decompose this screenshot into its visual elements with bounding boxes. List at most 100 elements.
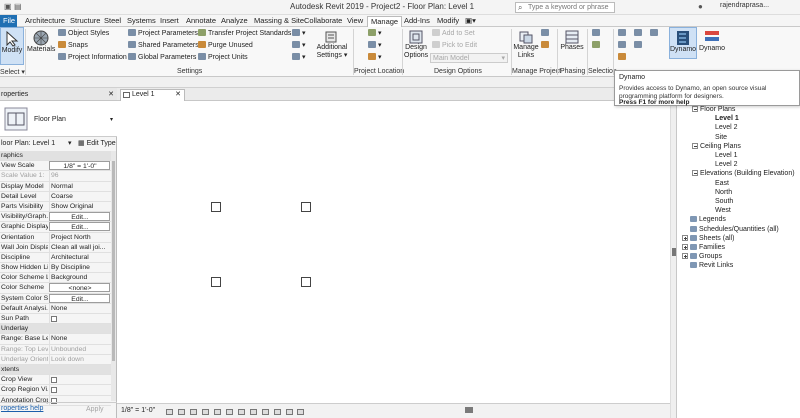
revit-logo-icon[interactable]: ▣ (4, 2, 12, 11)
properties-help-link[interactable]: roperties help (1, 403, 43, 415)
property-value[interactable]: Coarse (49, 191, 110, 201)
edit-type-button[interactable]: ▦ Edit Type (78, 138, 116, 149)
browser-item[interactable]: East (715, 179, 729, 188)
property-value[interactable]: Edit... (49, 222, 110, 232)
checkbox[interactable] (51, 377, 57, 384)
browser-item[interactable]: Schedules/Quantities (all) (682, 225, 779, 234)
macro-security-button[interactable] (634, 41, 644, 50)
elevation-marker[interactable] (211, 277, 221, 287)
properties-category[interactable]: xtents (0, 364, 111, 376)
property-value[interactable]: 1/8" = 1'-0" (49, 161, 110, 171)
structural-settings-button[interactable]: ▾ (292, 29, 306, 38)
tab-view[interactable]: View (344, 16, 366, 27)
property-value[interactable]: <none> (49, 283, 110, 293)
project-parameters-button[interactable]: Project Parameters (128, 29, 198, 38)
horizontal-scroll-marker[interactable] (465, 407, 473, 413)
browser-item[interactable]: Level 1 (715, 151, 738, 160)
warnings-button[interactable] (618, 53, 628, 62)
shadows-icon[interactable] (201, 409, 209, 415)
browser-item[interactable]: West (715, 206, 731, 215)
browser-item[interactable]: Floor Plans (692, 105, 735, 114)
property-value[interactable]: Clean all wall joi... (49, 242, 110, 252)
tab-insert[interactable]: Insert (157, 16, 182, 27)
property-value[interactable]: Project North (49, 232, 110, 242)
elevation-marker[interactable] (301, 202, 311, 212)
materials-button[interactable]: Materials (27, 27, 55, 65)
expand-icon[interactable] (682, 253, 688, 260)
add-to-set-button[interactable]: Add to Set (432, 29, 475, 38)
collapse-icon[interactable] (692, 170, 698, 177)
browser-item[interactable]: Ceiling Plans (692, 142, 741, 151)
decal-types-button[interactable] (541, 41, 551, 50)
location-button[interactable]: ▾ (368, 29, 382, 38)
reveal-hidden-icon[interactable] (261, 409, 269, 415)
project-units-button[interactable]: Project Units (198, 53, 248, 62)
property-checkbox[interactable] (49, 375, 110, 385)
collapse-icon[interactable] (692, 142, 698, 149)
browser-item[interactable]: Site (715, 133, 727, 142)
browser-item[interactable]: North (715, 188, 732, 197)
browser-item[interactable]: Level 1 (715, 114, 739, 123)
properties-category[interactable]: Underlay (0, 324, 111, 335)
tab-steel[interactable]: Steel (101, 16, 124, 27)
property-value[interactable]: None (49, 303, 110, 313)
detail-level-icon[interactable] (166, 409, 173, 415)
tab-systems[interactable]: Systems (124, 16, 159, 27)
purge-unused-button[interactable]: Purge Unused (198, 41, 253, 50)
property-value[interactable]: Edit... (49, 293, 110, 303)
drawing-canvas[interactable] (117, 101, 670, 403)
elevation-marker[interactable] (301, 277, 311, 287)
property-value[interactable]: By Discipline (49, 263, 110, 273)
analytical-model-icon[interactable] (273, 409, 281, 415)
close-icon[interactable]: ✕ (108, 88, 114, 101)
main-model-select[interactable]: Main Model ▾ (430, 53, 508, 63)
property-checkbox[interactable] (49, 314, 110, 324)
elevation-marker[interactable] (211, 202, 221, 212)
global-parameters-button[interactable]: Global Parameters (128, 53, 196, 62)
mep-settings-button[interactable]: ▾ (292, 41, 306, 50)
tab-analyze[interactable]: Analyze (218, 16, 251, 27)
lock-view-icon[interactable] (237, 409, 245, 415)
project-information-button[interactable]: Project Information (58, 53, 127, 62)
open-icon[interactable]: ▤ (14, 2, 22, 11)
properties-category[interactable]: raphics (0, 151, 111, 162)
temp-hide-icon[interactable] (249, 409, 257, 415)
tab-annotate[interactable]: Annotate (183, 16, 219, 27)
ribbon-toggle-icon[interactable]: ▣▾ (462, 16, 479, 27)
snaps-button[interactable]: Snaps (58, 41, 88, 50)
checkbox[interactable] (51, 316, 57, 322)
browser-item[interactable]: Level 2 (715, 160, 738, 169)
sun-path-icon[interactable] (189, 409, 197, 415)
panel-select-label[interactable]: Select ▾ (0, 68, 25, 76)
tab-file[interactable]: File (0, 15, 17, 27)
property-value[interactable]: Architectural (49, 252, 110, 263)
close-tab-icon[interactable]: ✕ (175, 90, 181, 100)
constraints-icon[interactable] (297, 409, 305, 415)
property-value[interactable]: Background (49, 273, 110, 283)
browser-item[interactable]: Families (682, 243, 725, 252)
user-name[interactable]: rajendraprasa... (720, 2, 769, 9)
view-scale[interactable]: 1/8" = 1'-0" (121, 405, 155, 417)
browser-item[interactable]: South (715, 197, 733, 206)
object-styles-button[interactable]: Object Styles (58, 29, 109, 38)
additional-settings-button[interactable]: Additional Settings ▾ (313, 27, 351, 65)
starting-view-button[interactable] (541, 29, 551, 38)
browser-item[interactable]: Elevations (Building Elevation) (692, 169, 795, 178)
phases-button[interactable]: Phases (559, 27, 585, 65)
show-crop-icon[interactable] (225, 409, 233, 415)
dynamo-player-button[interactable]: Dynamo (698, 27, 726, 59)
browser-item[interactable]: Revit Links (682, 261, 733, 270)
tab-massing-site[interactable]: Massing & Site (251, 16, 307, 27)
tab-add-ins[interactable]: Add-Ins (401, 16, 433, 27)
browser-item[interactable]: Sheets (all) (682, 234, 734, 243)
apply-button[interactable]: Apply (86, 404, 104, 416)
tab-level-1[interactable]: Level 1 ✕ (120, 89, 185, 101)
shared-parameters-button[interactable]: Shared Parameters (128, 41, 199, 50)
search-input[interactable]: ⌕ Type a keyword or phrase (515, 2, 615, 13)
dynamo-button[interactable]: Dynamo (669, 27, 697, 59)
macro-manager-button[interactable] (634, 29, 644, 38)
visual-style-icon[interactable] (177, 409, 185, 415)
tab-structure[interactable]: Structure (67, 16, 103, 27)
position-button[interactable]: ▾ (368, 53, 382, 62)
tab-manage[interactable]: Manage (367, 16, 403, 27)
